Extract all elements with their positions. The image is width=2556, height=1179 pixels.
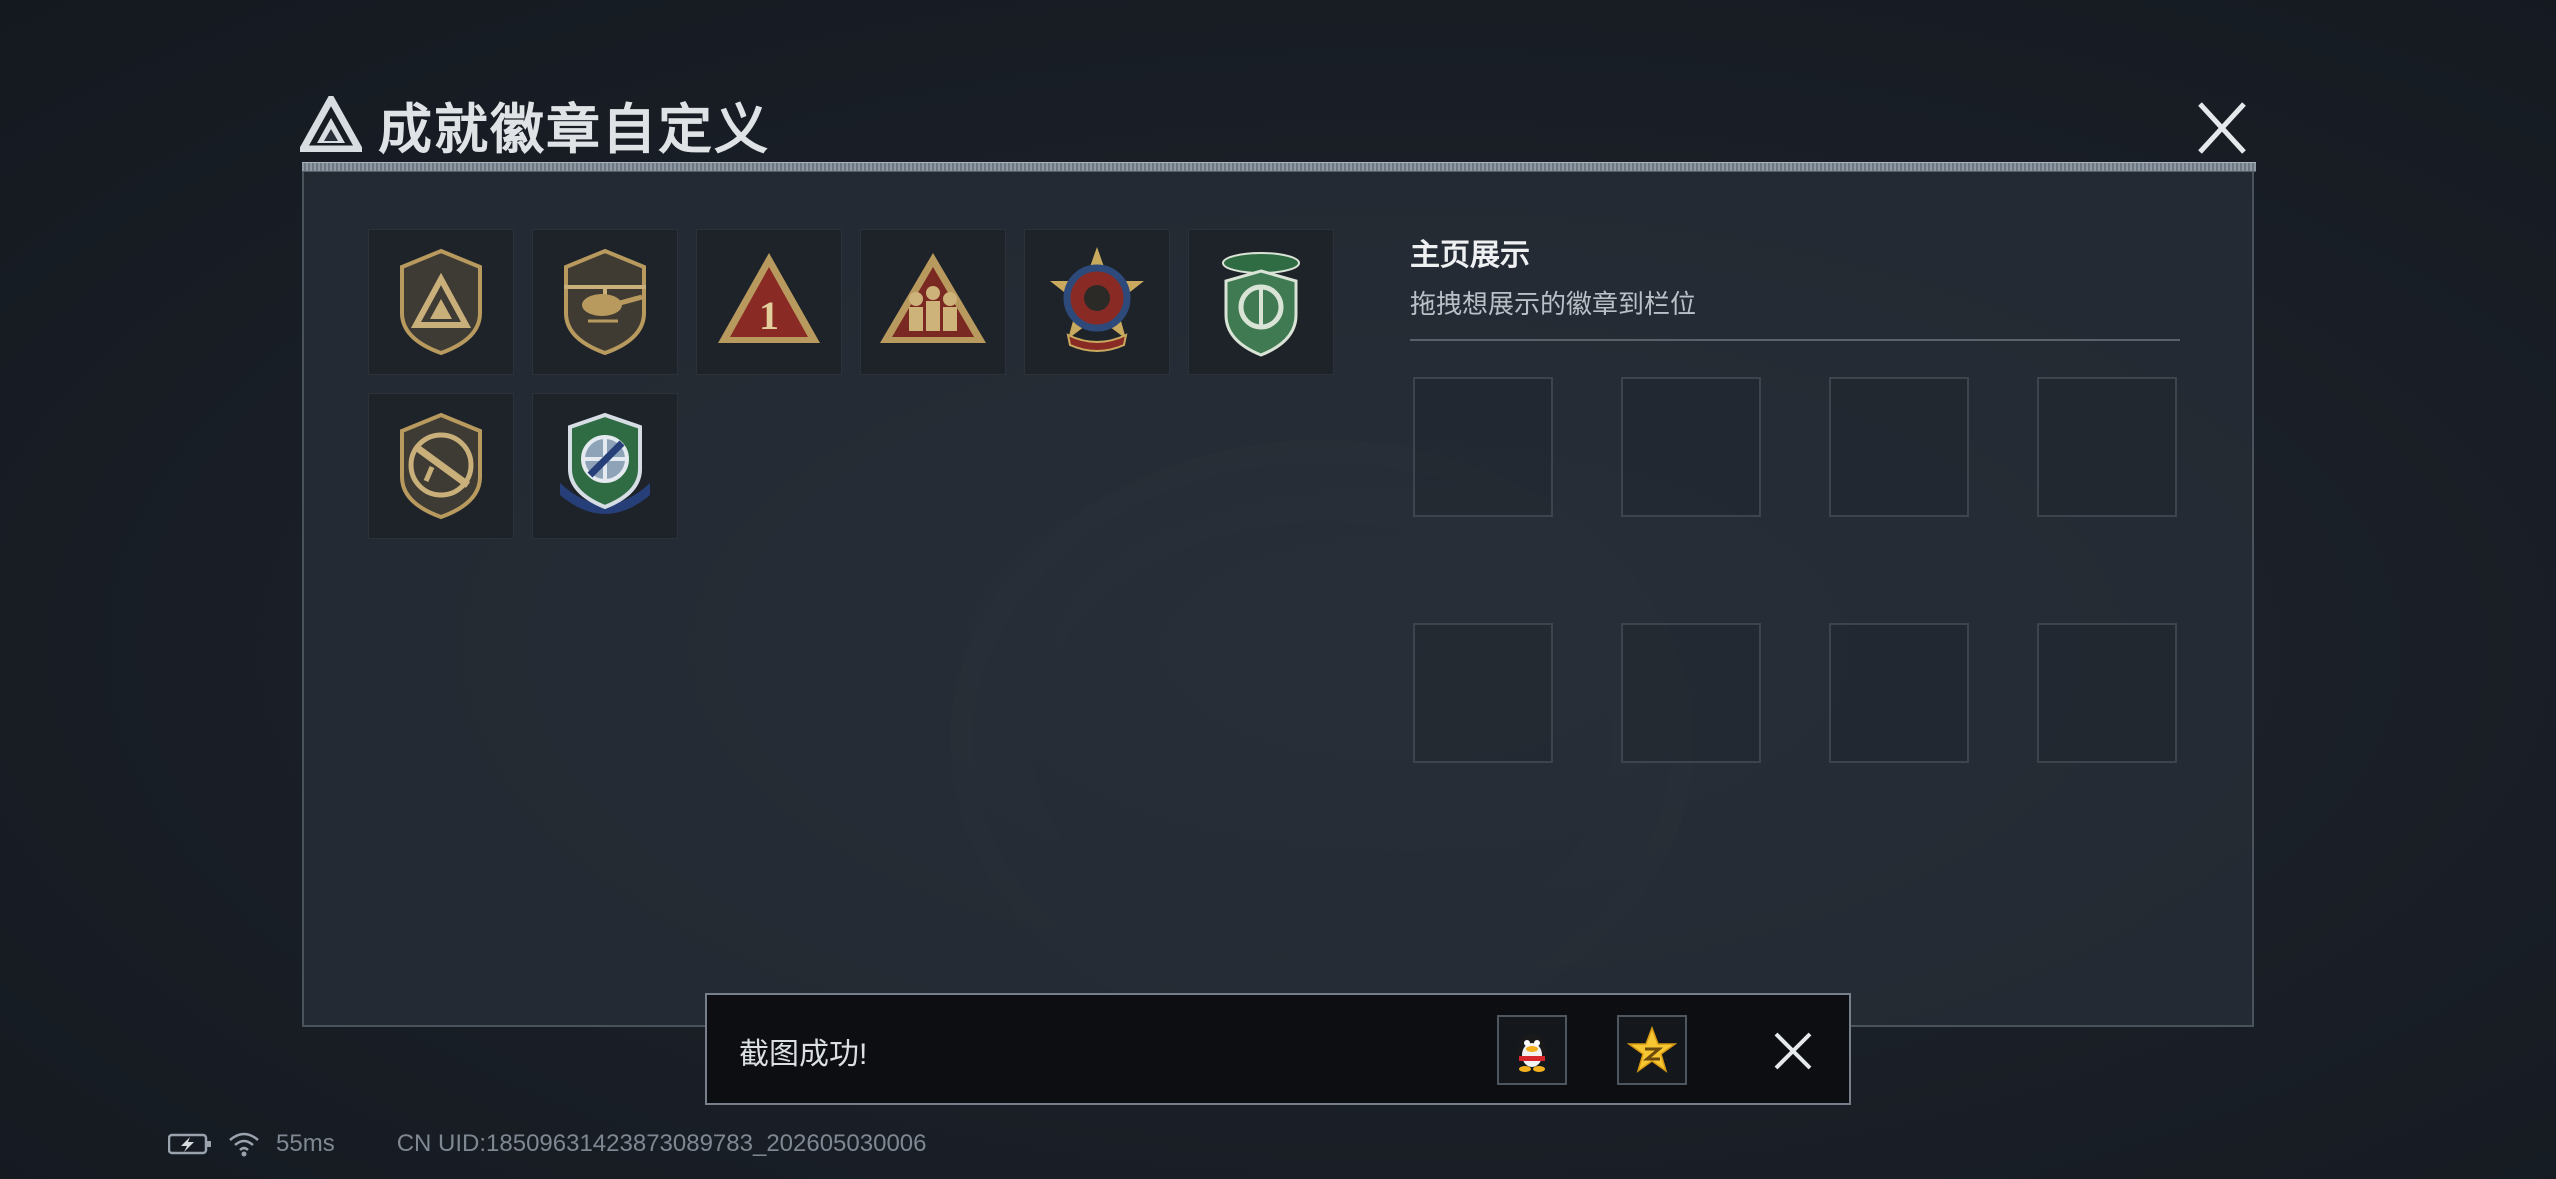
showcase-slot-6[interactable] — [1621, 623, 1761, 763]
star-medal-icon — [1050, 247, 1144, 352]
qzone-share-button[interactable] — [1617, 1015, 1687, 1085]
status-bar: 55ms CN UID:18509631423873089783_2026050… — [168, 1128, 943, 1160]
screenshot-toast: 截图成功! — [705, 993, 1851, 1105]
showcase-slot-1[interactable] — [1413, 377, 1553, 517]
page-header: 成就徽章自定义 — [300, 88, 770, 160]
qq-penguin-icon — [1518, 1034, 1546, 1072]
wifi-icon — [228, 1131, 260, 1157]
homepage-showcase: 主页展示 拖拽想展示的徽章到栏位 — [1410, 230, 2180, 341]
green-shield-badge[interactable] — [1188, 229, 1334, 375]
number-one-triangle-badge[interactable]: 1 — [696, 229, 842, 375]
toast-message: 截图成功! — [739, 1038, 868, 1071]
helicopter-badge[interactable] — [532, 229, 678, 375]
svg-text:1: 1 — [759, 293, 779, 338]
rifle-badge[interactable] — [368, 393, 514, 539]
close-icon[interactable] — [2186, 96, 2258, 160]
squad-triangle-badge[interactable] — [860, 229, 1006, 375]
showcase-slot-5[interactable] — [1413, 623, 1553, 763]
crosshair-icon — [560, 412, 650, 514]
showcase-slot-2[interactable] — [1621, 377, 1761, 517]
showcase-slot-7[interactable] — [1829, 623, 1969, 763]
triangle-shield-badge[interactable] — [368, 229, 514, 375]
delta-logo-icon — [300, 96, 362, 152]
showcase-slot-3[interactable] — [1829, 377, 1969, 517]
showcase-divider — [1410, 339, 2180, 341]
star-medal-badge[interactable] — [1024, 229, 1170, 375]
showcase-slot-8[interactable] — [2037, 623, 2177, 763]
page-title: 成就徽章自定义 — [378, 99, 770, 160]
header-divider — [302, 162, 2256, 172]
helicopter-icon — [564, 248, 646, 356]
user-uid: CN UID:18509631423873089783_202605030006 — [396, 1130, 927, 1157]
showcase-slot-4[interactable] — [2037, 377, 2177, 517]
qzone-star-icon — [1627, 1025, 1677, 1073]
squad-icon — [880, 253, 986, 343]
badge-customize-panel: 1 主页展示 拖拽想展示的徽章到栏位 — [302, 172, 2254, 1027]
showcase-title: 主页展示 — [1410, 239, 1530, 272]
green-shield-icon — [1222, 252, 1300, 357]
triangle-shield-icon — [400, 248, 482, 356]
battery-charging-icon — [168, 1132, 212, 1156]
ping-value: 55ms — [276, 1130, 335, 1157]
showcase-hint: 拖拽想展示的徽章到栏位 — [1410, 289, 1697, 319]
toast-close-icon[interactable] — [1771, 1029, 1815, 1073]
qq-share-button[interactable] — [1497, 1015, 1567, 1085]
number-one-icon: 1 — [718, 253, 820, 343]
rifle-icon — [400, 412, 482, 520]
crosshair-shield-badge[interactable] — [532, 393, 678, 539]
